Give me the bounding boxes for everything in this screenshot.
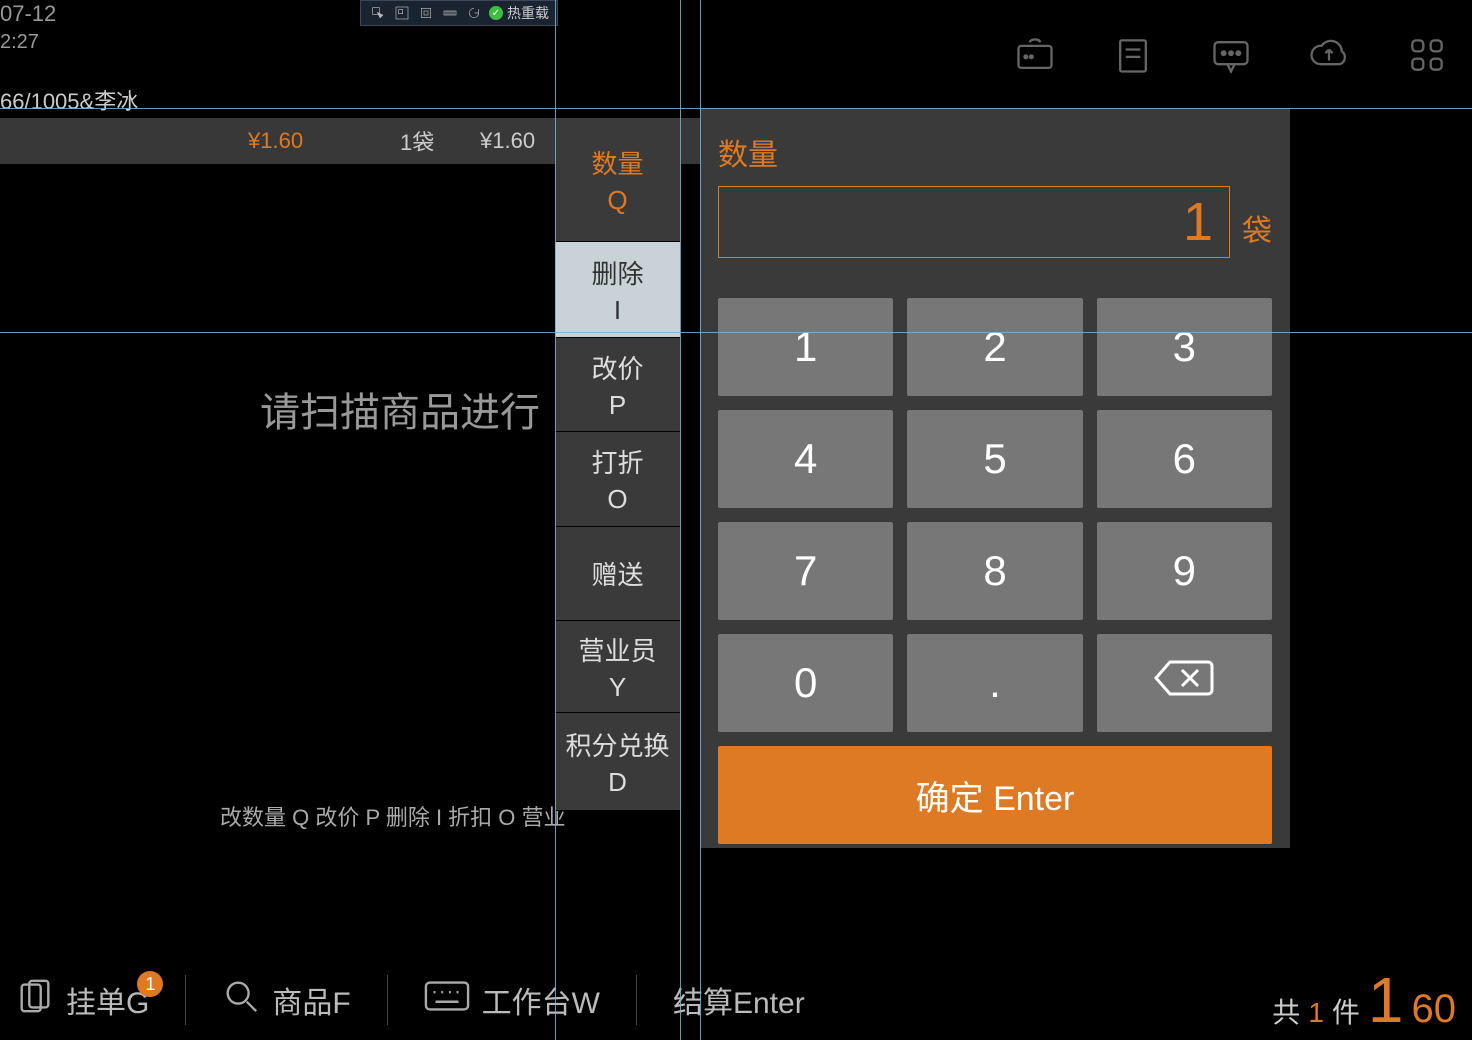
- shortcut-hints: 改数量 Q 改价 P 删除 I 折扣 O 营业: [220, 800, 566, 832]
- ruler-icon[interactable]: [441, 4, 459, 22]
- action-gift[interactable]: 赠送: [555, 527, 680, 621]
- action-salesperson-label: 营业员: [578, 631, 656, 668]
- side-actions: 数量 Q 删除 I 改价 P 打折 O 赠送 营业员 Y 积分兑换 D: [555, 118, 680, 811]
- key-9[interactable]: 9: [1097, 522, 1272, 620]
- action-points-label: 积分兑换: [565, 726, 669, 763]
- key-backspace[interactable]: [1097, 634, 1272, 732]
- dev-toolbar: ✓ 热重载: [360, 0, 558, 26]
- bottom-checkout-button[interactable]: 结算Enter: [673, 978, 805, 1022]
- bottom-workbench-label: 工作台W: [482, 978, 600, 1022]
- bottom-checkout-label: 结算Enter: [673, 978, 805, 1022]
- key-4[interactable]: 4: [718, 410, 893, 508]
- top-meta: 07-12 2:27: [0, 0, 56, 55]
- key-0[interactable]: 0: [718, 634, 893, 732]
- action-change-price-key: P: [609, 390, 626, 421]
- key-1[interactable]: 1: [718, 298, 893, 396]
- cloud-upload-icon[interactable]: [1304, 30, 1354, 80]
- bottom-product-label: 商品F: [272, 978, 350, 1022]
- action-change-price[interactable]: 改价 P: [555, 338, 680, 432]
- apps-icon[interactable]: [1402, 30, 1452, 80]
- chat-icon[interactable]: [1206, 30, 1256, 80]
- summary-unit: 件: [1332, 991, 1360, 1031]
- hot-reload-label: 热重载: [507, 3, 549, 23]
- item-unit-price: ¥1.60: [248, 128, 303, 154]
- summary: 共 1 件 1 60: [1272, 963, 1456, 1037]
- hold-icon: [16, 977, 54, 1023]
- action-salesperson-key: Y: [609, 672, 626, 703]
- hot-reload-badge[interactable]: ✓ 热重载: [489, 3, 549, 23]
- select-widget-icon[interactable]: [369, 4, 387, 22]
- keyboard-icon: [424, 980, 470, 1020]
- item-total-price: ¥1.60: [480, 128, 535, 154]
- key-3[interactable]: 3: [1097, 298, 1272, 396]
- divider: [636, 975, 637, 1025]
- date-text: 07-12: [0, 0, 56, 29]
- bottom-bar: 挂单G 1 商品F 工作台W 结算Enter 共 1 件 1 60: [0, 960, 1472, 1040]
- summary-total: 60: [1412, 987, 1457, 1032]
- keypad-title: 数量: [718, 130, 1272, 174]
- action-delete-label: 删除: [591, 254, 643, 291]
- bottom-hold-button[interactable]: 挂单G 1: [16, 977, 149, 1023]
- note-icon[interactable]: [1108, 30, 1158, 80]
- quantity-input-wrap: 1 袋: [718, 186, 1272, 258]
- action-delete-key: I: [614, 295, 621, 326]
- refresh-icon[interactable]: [465, 4, 483, 22]
- action-change-price-label: 改价: [591, 349, 643, 386]
- quantity-input[interactable]: 1: [718, 186, 1230, 258]
- keypad-grid: 1 2 3 4 5 6 7 8 9 0 . 确定 Enter: [718, 298, 1272, 844]
- action-discount-label: 打折: [591, 443, 643, 480]
- key-8[interactable]: 8: [907, 522, 1082, 620]
- key-6[interactable]: 6: [1097, 410, 1272, 508]
- action-quantity-key: Q: [607, 185, 627, 216]
- quantity-unit: 袋: [1242, 206, 1272, 258]
- key-dot[interactable]: .: [907, 634, 1082, 732]
- action-quantity[interactable]: 数量 Q: [555, 118, 680, 242]
- action-discount[interactable]: 打折 O: [555, 432, 680, 527]
- action-salesperson[interactable]: 营业员 Y: [555, 621, 680, 713]
- key-7[interactable]: 7: [718, 522, 893, 620]
- action-gift-label: 赠送: [591, 555, 643, 592]
- action-points[interactable]: 积分兑换 D: [555, 713, 680, 811]
- action-quantity-label: 数量: [591, 144, 643, 181]
- bottom-product-button[interactable]: 商品F: [222, 977, 350, 1023]
- user-info: 66/1005&李冰: [0, 84, 138, 116]
- inspector-icon[interactable]: [393, 4, 411, 22]
- key-confirm[interactable]: 确定 Enter: [718, 746, 1272, 844]
- action-discount-key: O: [607, 484, 627, 515]
- square-icon[interactable]: [417, 4, 435, 22]
- search-icon: [222, 977, 260, 1023]
- time-text: 2:27: [0, 29, 56, 55]
- bottom-workbench-button[interactable]: 工作台W: [424, 978, 600, 1022]
- action-points-key: D: [608, 767, 627, 798]
- check-icon: ✓: [489, 6, 503, 20]
- summary-prefix: 共: [1272, 991, 1300, 1031]
- header-icons: [1010, 30, 1452, 80]
- screen-icon[interactable]: [1010, 30, 1060, 80]
- action-delete[interactable]: 删除 I: [555, 242, 680, 338]
- key-5[interactable]: 5: [907, 410, 1082, 508]
- hold-badge: 1: [137, 971, 163, 997]
- keypad-panel: 数量 1 袋 1 2 3 4 5 6 7 8 9 0 . 确定 Enter: [700, 108, 1290, 848]
- backspace-icon: [1152, 658, 1216, 708]
- divider: [387, 975, 388, 1025]
- summary-big-count: 1: [1368, 963, 1404, 1037]
- summary-count: 1: [1308, 997, 1324, 1029]
- key-2[interactable]: 2: [907, 298, 1082, 396]
- scan-prompt: 请扫描商品进行: [260, 380, 540, 438]
- item-quantity: 1袋: [400, 125, 434, 157]
- divider: [185, 975, 186, 1025]
